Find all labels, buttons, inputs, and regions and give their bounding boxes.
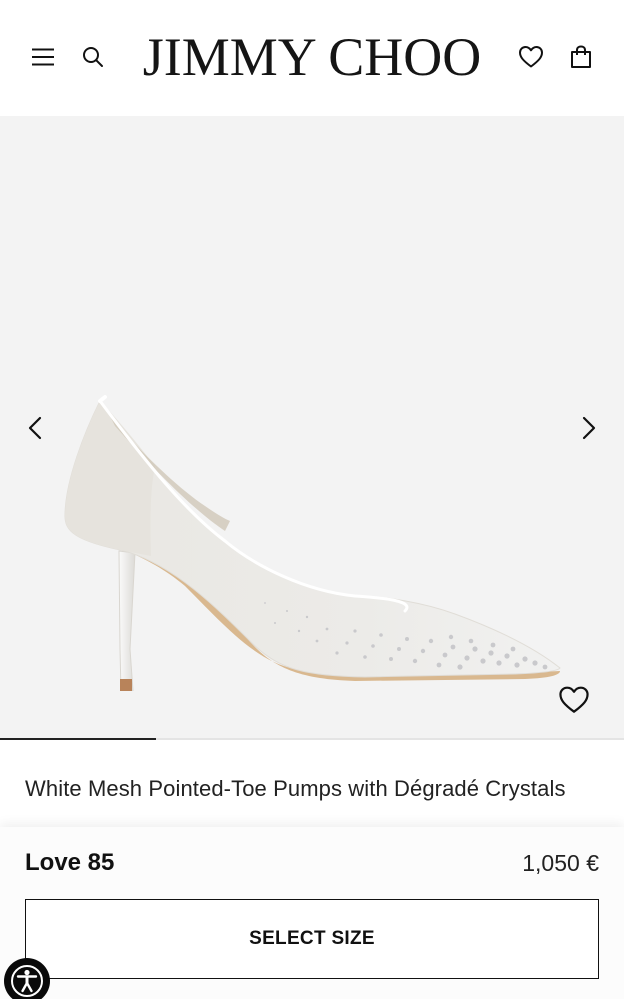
gallery-progress-bar: [0, 738, 624, 740]
product-page: JIMMY CHOO White Mesh Pointed-Toe Pumps …: [0, 0, 624, 999]
search-icon[interactable]: [78, 42, 108, 72]
chevron-right-icon[interactable]: [574, 408, 604, 448]
shopping-bag-icon[interactable]: [566, 42, 596, 72]
wishlist-heart-icon[interactable]: [516, 42, 546, 72]
site-header: JIMMY CHOO: [0, 0, 624, 116]
product-image-pump: [64, 395, 561, 691]
product-title: White Mesh Pointed-Toe Pumps with Dégrad…: [25, 776, 566, 801]
purchase-panel: Love 85 1,050 € SELECT SIZE: [0, 827, 624, 999]
chevron-left-icon[interactable]: [20, 408, 50, 448]
select-size-button[interactable]: SELECT SIZE: [25, 899, 599, 979]
hamburger-menu-icon[interactable]: [28, 42, 58, 72]
product-image-gallery[interactable]: [0, 116, 624, 740]
product-model-name: Love 85: [25, 849, 115, 876]
accessibility-icon[interactable]: [4, 958, 50, 999]
add-to-wishlist-heart-icon[interactable]: [556, 682, 592, 718]
brand-logo[interactable]: JIMMY CHOO: [143, 26, 482, 88]
product-price: 1,050 €: [522, 850, 599, 876]
gallery-progress-fill: [0, 738, 156, 740]
